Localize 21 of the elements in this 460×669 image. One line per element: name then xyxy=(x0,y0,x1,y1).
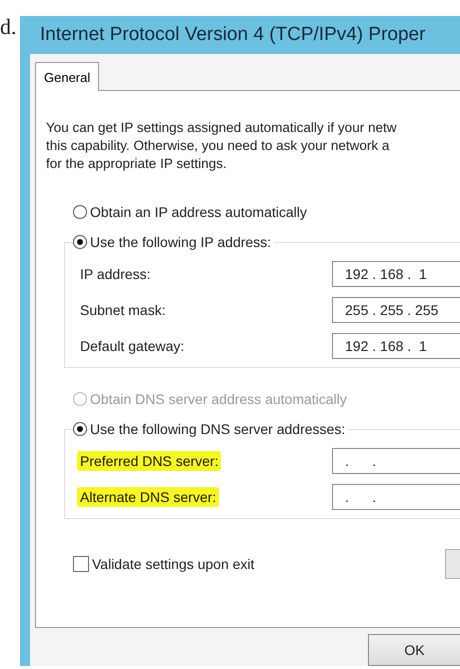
radio-option[interactable]: Use the following IP address: xyxy=(46,229,460,255)
field-label: Default gateway: xyxy=(79,337,186,356)
field-label: Alternate DNS server: xyxy=(77,487,220,507)
intro-text: for the appropriate IP settings. xyxy=(46,155,228,173)
field-label: IP address: xyxy=(79,265,152,284)
address-field[interactable]: 255 . 255 . 255 xyxy=(332,297,460,323)
field-label: Subnet mask: xyxy=(79,301,167,320)
radio-option[interactable]: Obtain an IP address automatically xyxy=(46,199,460,225)
validate-checkbox[interactable]: Validate settings upon exit xyxy=(73,556,254,572)
ok-button[interactable]: OK xyxy=(368,634,460,666)
intro-text: this capability. Otherwise, you need to ask your network a xyxy=(46,137,390,155)
intro-text: You can get IP settings assigned automatically if your netw xyxy=(46,119,398,137)
address-field[interactable]: 192 . 168 . 1 xyxy=(332,261,460,287)
address-field[interactable]: . . xyxy=(332,484,460,510)
margin-text: d. xyxy=(0,13,18,40)
radio-option[interactable]: Use the following DNS server addresses: xyxy=(46,416,460,442)
address-field[interactable]: . . xyxy=(332,448,460,474)
tab[interactable]: General xyxy=(35,62,100,91)
window-title: Internet Protocol Version 4 (TCP/IPv4) Proper xyxy=(39,23,426,47)
field-label: Preferred DNS server: xyxy=(77,451,222,471)
address-field[interactable]: 192 . 168 . 1 xyxy=(332,333,460,359)
